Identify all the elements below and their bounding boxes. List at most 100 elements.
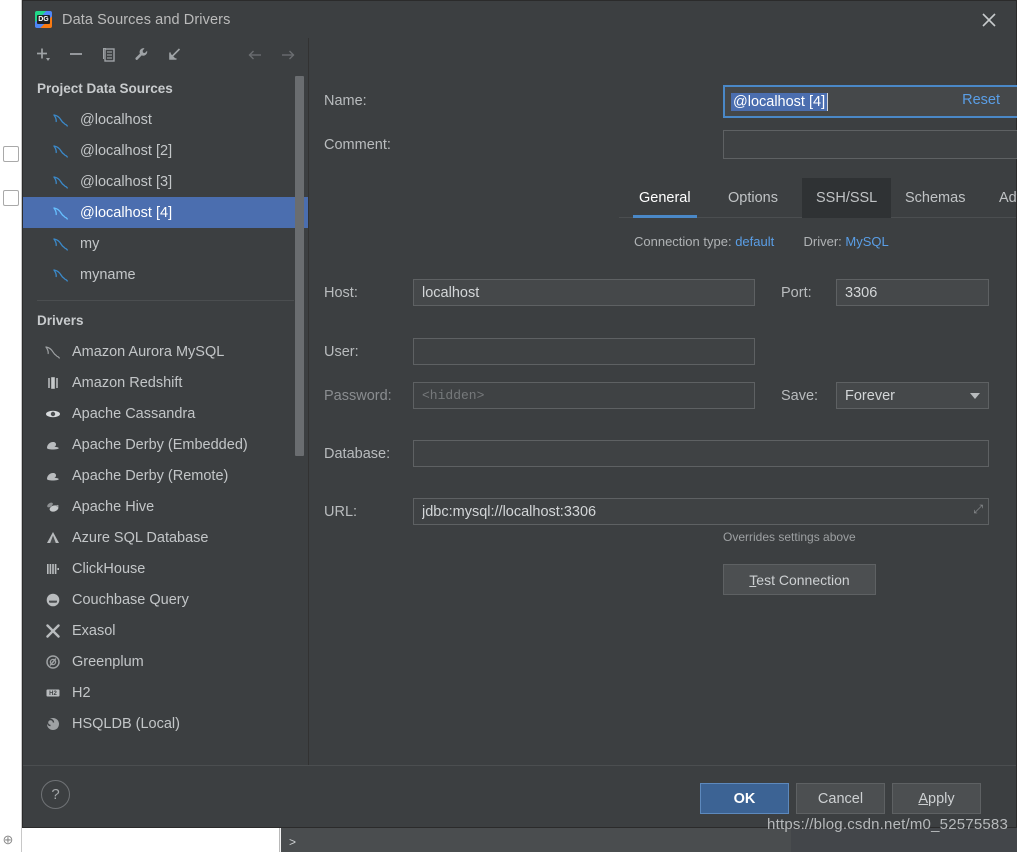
cancel-button[interactable]: Cancel bbox=[796, 783, 885, 814]
mysql-dolphin-icon bbox=[51, 204, 71, 222]
host-input[interactable] bbox=[413, 279, 755, 306]
driver-label: Apache Cassandra bbox=[72, 405, 196, 422]
close-icon[interactable] bbox=[978, 9, 1000, 31]
data-sources-panel: Project Data Sources @localhost @localho… bbox=[23, 38, 309, 765]
dialog-footer: ? OK Cancel Apply https://blog.csdn.net/… bbox=[23, 765, 1016, 833]
save-select[interactable]: Forever bbox=[836, 382, 989, 409]
data-source-item[interactable]: my bbox=[23, 228, 308, 259]
driver-item[interactable]: H2 H2 bbox=[23, 677, 308, 708]
driver-label: HSQLDB (Local) bbox=[72, 715, 180, 732]
help-button[interactable]: ? bbox=[41, 780, 70, 809]
data-source-label: @localhost [2] bbox=[80, 142, 173, 159]
driver-item[interactable]: Apache Derby (Remote) bbox=[23, 460, 308, 491]
password-input[interactable] bbox=[413, 382, 755, 409]
forward-button[interactable] bbox=[278, 45, 298, 65]
driver-item[interactable]: Apache Derby (Embedded) bbox=[23, 429, 308, 460]
reset-link[interactable]: Reset bbox=[962, 92, 1000, 108]
driver-item[interactable]: Apache Hive bbox=[23, 491, 308, 522]
user-input[interactable] bbox=[413, 338, 755, 365]
driver-item[interactable]: Couchbase Query bbox=[23, 584, 308, 615]
greenplum-circle-icon bbox=[43, 653, 63, 671]
tab-schemas[interactable]: Schemas bbox=[891, 178, 979, 218]
url-label: URL: bbox=[324, 504, 358, 520]
data-source-item[interactable]: @localhost [3] bbox=[23, 166, 308, 197]
overrides-note: Overrides settings above bbox=[723, 530, 856, 544]
dialog-body: Project Data Sources @localhost @localho… bbox=[23, 38, 1017, 765]
driver-label: Couchbase Query bbox=[72, 591, 189, 608]
save-label: Save: bbox=[781, 388, 819, 404]
expand-url-editor-icon[interactable]: ⤢ bbox=[973, 502, 983, 517]
properties-wrench-icon[interactable] bbox=[132, 45, 152, 65]
driver-item[interactable]: Exasol bbox=[23, 615, 308, 646]
back-button[interactable] bbox=[245, 45, 265, 65]
ok-button[interactable]: OK bbox=[700, 783, 789, 814]
connection-type-label: Connection type: bbox=[634, 234, 732, 249]
test-connection-button[interactable]: Test Connection bbox=[723, 564, 876, 595]
connection-info: Connection type: default Driver: MySQL bbox=[634, 234, 889, 249]
driver-item[interactable]: Apache Cassandra bbox=[23, 398, 308, 429]
comment-input[interactable]: ⤢ bbox=[723, 130, 1017, 159]
mysql-dolphin-icon bbox=[51, 111, 71, 129]
sidebar-scrollbar-track[interactable] bbox=[295, 71, 306, 765]
driver-label: Amazon Aurora MySQL bbox=[72, 343, 225, 360]
cassandra-eye-icon bbox=[43, 405, 63, 423]
data-source-label: myname bbox=[80, 266, 136, 283]
aurora-dolphin-icon bbox=[43, 343, 63, 361]
apply-label: pply bbox=[928, 790, 955, 807]
data-source-label: @localhost bbox=[80, 111, 152, 128]
data-sources-tree: Project Data Sources @localhost @localho… bbox=[23, 71, 308, 765]
hive-bee-icon bbox=[43, 498, 63, 516]
driver-label: H2 bbox=[72, 684, 91, 701]
driver-item[interactable]: Amazon Aurora MySQL bbox=[23, 336, 308, 367]
project-data-sources-header: Project Data Sources bbox=[37, 81, 173, 96]
data-source-item-selected[interactable]: @localhost [4] bbox=[23, 197, 308, 228]
sidebar-scrollbar-thumb[interactable] bbox=[295, 76, 304, 456]
mysql-dolphin-icon bbox=[51, 173, 71, 191]
derby-hat-icon bbox=[43, 436, 63, 454]
port-input[interactable] bbox=[836, 279, 989, 306]
database-input[interactable] bbox=[413, 440, 989, 467]
driver-item[interactable]: Amazon Redshift bbox=[23, 367, 308, 398]
driver-label: Apache Derby (Embedded) bbox=[72, 436, 248, 453]
apply-button[interactable]: Apply bbox=[892, 783, 981, 814]
data-source-item[interactable]: @localhost [2] bbox=[23, 135, 308, 166]
background-tool-strip bbox=[0, 0, 22, 852]
add-data-source-button[interactable] bbox=[33, 45, 53, 65]
tab-general[interactable]: General bbox=[625, 178, 705, 218]
background-terminal-prompt: > bbox=[289, 835, 297, 849]
connection-type-value[interactable]: default bbox=[735, 234, 774, 249]
data-source-item[interactable]: myname bbox=[23, 259, 308, 290]
drivers-header: Drivers bbox=[37, 313, 84, 328]
password-label: Password: bbox=[324, 388, 392, 404]
background-tool-icon-database bbox=[3, 146, 19, 162]
test-connection-label: est Connection bbox=[756, 571, 850, 588]
tab-advanced[interactable]: Advanced bbox=[985, 178, 1017, 218]
remove-data-source-button[interactable] bbox=[66, 45, 86, 65]
driver-label: Exasol bbox=[72, 622, 116, 639]
copy-data-source-button[interactable] bbox=[99, 45, 119, 65]
driver-item[interactable]: Greenplum bbox=[23, 646, 308, 677]
tab-ssh-ssl[interactable]: SSH/SSL bbox=[802, 178, 892, 218]
name-label: Name: bbox=[324, 93, 367, 109]
driver-field-value[interactable]: MySQL bbox=[845, 234, 888, 249]
mysql-dolphin-icon bbox=[51, 266, 71, 284]
driver-field-label: Driver: bbox=[803, 234, 842, 249]
driver-label: Apache Derby (Remote) bbox=[72, 467, 229, 484]
couchbase-icon bbox=[43, 591, 63, 609]
datagrip-logo-icon: DG bbox=[35, 11, 52, 28]
data-source-settings-panel: Name: @localhost [4] Reset Comment: ⤢ Ge… bbox=[309, 38, 1017, 765]
import-arrow-icon[interactable] bbox=[165, 45, 185, 65]
derby-hat-icon bbox=[43, 467, 63, 485]
mysql-dolphin-icon bbox=[51, 235, 71, 253]
url-input[interactable] bbox=[413, 498, 989, 525]
tab-options[interactable]: Options bbox=[714, 178, 792, 218]
driver-item[interactable]: Azure SQL Database bbox=[23, 522, 308, 553]
dialog-titlebar: DG Data Sources and Drivers bbox=[23, 1, 1016, 38]
driver-item[interactable]: ClickHouse bbox=[23, 553, 308, 584]
database-label: Database: bbox=[324, 446, 391, 462]
svg-text:H2: H2 bbox=[49, 691, 57, 697]
data-source-item[interactable]: @localhost bbox=[23, 104, 308, 135]
name-input-value: @localhost [4] bbox=[731, 92, 828, 111]
data-source-label: my bbox=[80, 235, 100, 252]
driver-item[interactable]: HSQLDB (Local) bbox=[23, 708, 308, 739]
